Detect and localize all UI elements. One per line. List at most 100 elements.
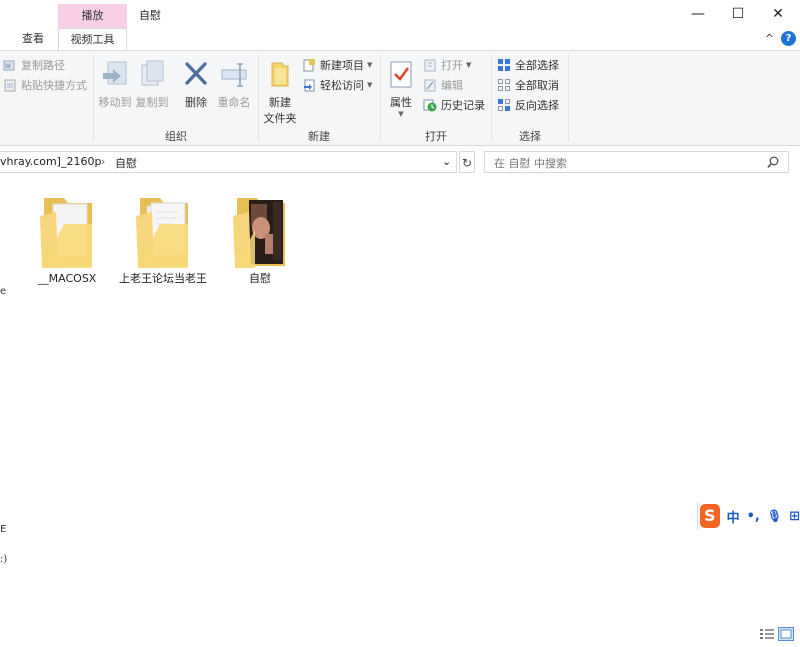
group-separator (491, 55, 492, 141)
move-to-button[interactable]: 移动到 (96, 59, 134, 110)
search-placeholder: 在 自慰 中搜索 (494, 157, 567, 170)
select-none-button[interactable]: 全部取消 (497, 76, 559, 94)
ribbon: W 复制路径 粘贴快捷方式 移动到 复制到 删除 重命名 组织 新建 文件夹 新… (0, 50, 800, 146)
select-all-label: 全部选择 (515, 59, 559, 72)
select-all-button[interactable]: 全部选择 (497, 56, 559, 74)
caret-icon: ▼ (367, 81, 373, 89)
ime-toolbar: S 中 •, 🎙 ⊞ (697, 502, 800, 530)
easy-access-label: 轻松访问 (320, 79, 364, 92)
invert-selection-label: 反向选择 (515, 99, 559, 112)
copy-path-icon: W (3, 58, 17, 72)
address-row: vhray.com]_2160p › 自慰 ⌄ ↻ 在 自慰 中搜索 (0, 150, 800, 174)
sogou-logo-icon[interactable]: S (700, 504, 720, 528)
search-icon[interactable] (766, 155, 780, 169)
microphone-icon[interactable]: 🎙 (767, 509, 782, 523)
rename-button[interactable]: 重命名 (214, 59, 254, 110)
new-item-label: 新建项目 (320, 59, 364, 72)
open-label: 打开 (441, 59, 463, 72)
open-icon (423, 58, 437, 72)
ime-more-icon[interactable]: ⊞ (789, 509, 800, 524)
ime-mode-toggle[interactable]: 中 (727, 507, 740, 526)
properties-icon (385, 59, 417, 91)
edit-label: 编辑 (441, 79, 463, 92)
tab-play-context[interactable]: 播放 (58, 4, 127, 28)
group-label-open: 打开 (425, 130, 447, 143)
group-separator (258, 55, 259, 141)
properties-button[interactable]: 属性 ▼ (383, 59, 419, 118)
nav-pane-edge-text: :) (0, 554, 8, 565)
history-icon (423, 98, 437, 112)
history-label: 历史记录 (441, 99, 485, 112)
invert-selection-icon (497, 98, 511, 112)
folder-item[interactable]: 上老王论坛当老王 (118, 194, 208, 286)
large-icons-view-icon[interactable] (778, 627, 794, 641)
ime-punctuation-toggle[interactable]: •, (747, 509, 760, 524)
tab-view[interactable]: 查看 (14, 28, 52, 50)
window-title: 自慰 (139, 9, 161, 22)
folder-icon (229, 194, 291, 270)
group-separator (568, 55, 569, 141)
edit-button[interactable]: 编辑 (423, 76, 463, 94)
caret-icon: ▼ (367, 61, 373, 69)
ribbon-tabs: 查看 视频工具 ^ ? (0, 28, 800, 51)
history-button[interactable]: 历史记录 (423, 96, 485, 114)
search-input[interactable]: 在 自慰 中搜索 (484, 151, 789, 173)
group-label-new: 新建 (308, 130, 330, 143)
nav-pane-edge-text: E (0, 524, 7, 535)
ribbon-collapse-button[interactable]: ^ (765, 32, 774, 45)
rename-label: 重命名 (217, 96, 251, 109)
folder-label: 上老王论坛当老王 (119, 272, 207, 285)
copy-path-label: 复制路径 (21, 59, 65, 72)
svg-text:W: W (5, 63, 11, 70)
open-button[interactable]: 打开 ▼ (423, 56, 471, 74)
edit-icon (423, 78, 437, 92)
group-label-select: 选择 (519, 130, 541, 143)
tab-video-tools[interactable]: 视频工具 (58, 28, 127, 51)
paste-shortcut-icon (3, 78, 17, 92)
move-to-icon (99, 59, 131, 91)
refresh-button[interactable]: ↻ (459, 151, 475, 173)
copy-to-button[interactable]: 复制到 (133, 59, 171, 110)
delete-label: 删除 (185, 96, 207, 109)
breadcrumb-current[interactable]: 自慰 (115, 155, 137, 171)
delete-button[interactable]: 删除 (178, 59, 214, 110)
select-none-label: 全部取消 (515, 79, 559, 92)
new-folder-label-1: 新建 (269, 96, 291, 109)
folder-label: 自慰 (249, 272, 271, 285)
delete-icon (180, 59, 212, 91)
folder-icon (132, 194, 194, 270)
nav-pane-edge-text: e (0, 286, 7, 297)
rename-icon (218, 59, 250, 91)
help-icon[interactable]: ? (781, 31, 796, 46)
copy-path-button[interactable]: W 复制路径 (3, 56, 65, 74)
address-dropdown-icon[interactable]: ⌄ (442, 155, 451, 168)
new-folder-label-2: 文件夹 (263, 112, 297, 125)
title-bar: 播放 自慰 — ☐ ✕ (0, 0, 800, 28)
new-folder-button[interactable]: 新建 文件夹 (261, 59, 299, 126)
copy-to-icon (136, 59, 168, 91)
folder-item[interactable]: 自慰 (215, 194, 305, 286)
close-button[interactable]: ✕ (758, 2, 798, 26)
maximize-button[interactable]: ☐ (718, 2, 758, 26)
invert-selection-button[interactable]: 反向选择 (497, 96, 559, 114)
new-folder-icon (264, 59, 296, 91)
move-to-label: 移动到 (98, 96, 132, 109)
paste-shortcut-label: 粘贴快捷方式 (21, 79, 87, 92)
folder-item[interactable]: __MACOSX (22, 194, 112, 286)
group-separator (93, 55, 94, 141)
address-bar[interactable]: vhray.com]_2160p › 自慰 ⌄ (0, 151, 457, 173)
caret-icon: ▼ (398, 110, 404, 118)
group-separator (380, 55, 381, 141)
breadcrumb-parent[interactable]: vhray.com]_2160p (0, 155, 101, 168)
file-view[interactable]: e E :) __MACOSX 上老王论坛当老王 自慰 (0, 176, 800, 647)
easy-access-button[interactable]: 轻松访问 ▼ (302, 76, 372, 94)
breadcrumb-separator-icon[interactable]: › (101, 155, 105, 168)
caret-icon: ▼ (466, 61, 472, 69)
select-all-icon (497, 58, 511, 72)
details-view-icon[interactable] (759, 627, 775, 641)
paste-shortcut-button[interactable]: 粘贴快捷方式 (3, 76, 87, 94)
select-none-icon (497, 78, 511, 92)
new-item-button[interactable]: 新建项目 ▼ (302, 56, 372, 74)
easy-access-icon (302, 78, 316, 92)
minimize-button[interactable]: — (678, 2, 718, 26)
